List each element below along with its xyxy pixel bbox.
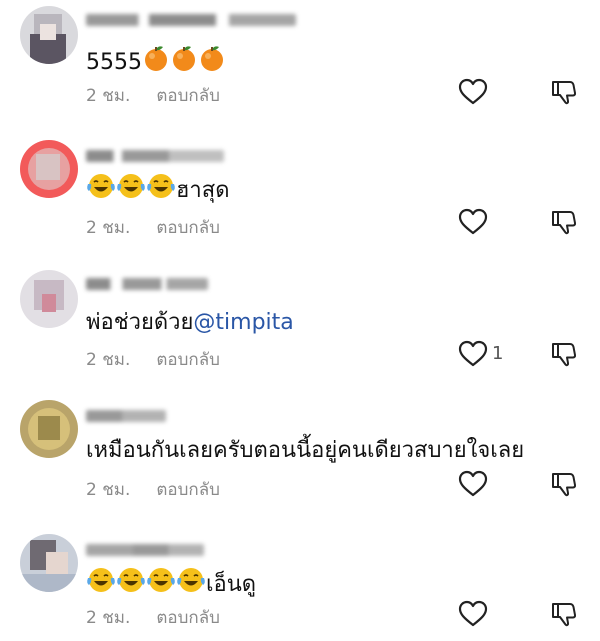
comment-time: 2 ชม.	[86, 350, 131, 370]
face-with-tears-of-joy-emoji	[86, 172, 116, 209]
comment-meta: 2 ชม. ตอบกลับ	[86, 476, 220, 503]
comment-text: เอ็นดู	[86, 566, 256, 603]
heart-outline-icon[interactable]	[458, 340, 488, 368]
face-with-tears-of-joy-emoji	[116, 566, 146, 603]
comment-meta: 2 ชม. ตอบกลับ	[86, 214, 220, 241]
like-count: 1	[492, 343, 504, 364]
heart-outline-icon[interactable]	[458, 208, 488, 236]
orange-emoji	[142, 44, 170, 81]
comment-item: พ่อช่วยด้วย@timpita 2 ชม. ตอบกลับ 1	[0, 262, 600, 382]
orange-emoji	[198, 44, 226, 81]
username-blurred[interactable]	[86, 544, 204, 556]
comment-text-before: พ่อช่วยด้วย	[86, 310, 194, 335]
comment-text: เหมือนกันเลยครับตอนนี้อยู่คนเดียวสบายใจเ…	[86, 436, 524, 466]
face-with-tears-of-joy-emoji	[86, 566, 116, 603]
face-with-tears-of-joy-emoji	[116, 172, 146, 209]
avatar[interactable]	[20, 400, 78, 458]
username-blurred[interactable]	[86, 410, 166, 422]
comment-time: 2 ชม.	[86, 608, 131, 628]
thumbs-down-outline-icon[interactable]	[550, 78, 578, 106]
comment-time: 2 ชม.	[86, 218, 131, 238]
avatar[interactable]	[20, 140, 78, 198]
avatar[interactable]	[20, 6, 78, 64]
comment-item: เอ็นดู 2 ชม. ตอบกลับ	[0, 522, 600, 641]
reply-button[interactable]: ตอบกลับ	[156, 608, 220, 628]
heart-outline-icon[interactable]	[458, 470, 488, 498]
avatar[interactable]	[20, 534, 78, 592]
face-with-tears-of-joy-emoji	[146, 566, 176, 603]
username-blurred[interactable]	[86, 150, 224, 162]
comment-time: 2 ชม.	[86, 480, 131, 500]
face-with-tears-of-joy-emoji	[176, 566, 206, 603]
face-with-tears-of-joy-emoji	[146, 172, 176, 209]
comment-meta: 2 ชม. ตอบกลับ	[86, 346, 220, 373]
comment-time: 2 ชม.	[86, 86, 131, 106]
username-blurred[interactable]	[86, 278, 208, 290]
comment-text-after: ฮาสุด	[176, 178, 230, 203]
reply-button[interactable]: ตอบกลับ	[156, 86, 220, 106]
comment-meta: 2 ชม. ตอบกลับ	[86, 604, 220, 631]
reply-button[interactable]: ตอบกลับ	[156, 350, 220, 370]
heart-outline-icon[interactable]	[458, 600, 488, 628]
thumbs-down-outline-icon[interactable]	[550, 600, 578, 628]
comment-item: 5555 2 ชม. ตอบกลับ	[0, 0, 600, 120]
avatar[interactable]	[20, 270, 78, 328]
comment-text: ฮาสุด	[86, 172, 230, 209]
orange-emoji	[170, 44, 198, 81]
reply-button[interactable]: ตอบกลับ	[156, 480, 220, 500]
thumbs-down-outline-icon[interactable]	[550, 208, 578, 236]
comment-text-after: เอ็นดู	[206, 572, 257, 597]
comment-item: เหมือนกันเลยครับตอนนี้อยู่คนเดียวสบายใจเ…	[0, 392, 600, 512]
comment-text: 5555	[86, 44, 226, 81]
heart-outline-icon[interactable]	[458, 78, 488, 106]
reply-button[interactable]: ตอบกลับ	[156, 218, 220, 238]
comment-item: ฮาสุด 2 ชม. ตอบกลับ	[0, 130, 600, 250]
thumbs-down-outline-icon[interactable]	[550, 470, 578, 498]
comment-text-before: 5555	[86, 50, 142, 75]
username-blurred[interactable]	[86, 14, 296, 26]
comment-meta: 2 ชม. ตอบกลับ	[86, 82, 220, 109]
comment-text-before: เหมือนกันเลยครับตอนนี้อยู่คนเดียวสบายใจเ…	[86, 438, 525, 463]
comment-text: พ่อช่วยด้วย@timpita	[86, 308, 294, 338]
user-mention-link[interactable]: @timpita	[193, 310, 293, 335]
thumbs-down-outline-icon[interactable]	[550, 340, 578, 368]
